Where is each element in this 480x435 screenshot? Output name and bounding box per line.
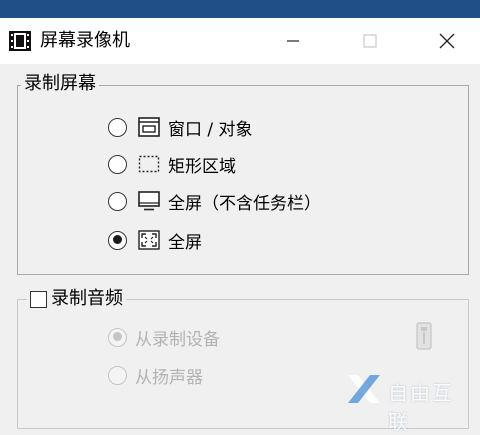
x-logo-icon bbox=[348, 375, 380, 403]
radio-fullscreen-no-taskbar[interactable] bbox=[108, 191, 127, 211]
close-icon bbox=[439, 33, 455, 49]
dashed-rect-icon bbox=[138, 155, 160, 173]
radio-fullscreen[interactable] bbox=[108, 230, 127, 250]
close-button[interactable] bbox=[420, 18, 474, 64]
title-bar[interactable]: 屏幕录像机 bbox=[0, 18, 480, 64]
maximize-button[interactable] bbox=[343, 18, 397, 64]
option-label: 从录制设备 bbox=[135, 329, 220, 350]
option-label: 矩形区域 bbox=[168, 156, 236, 177]
option-fullscreen-no-taskbar[interactable]: 全屏（不含任务栏） bbox=[108, 188, 321, 214]
window-title: 屏幕录像机 bbox=[40, 30, 130, 51]
maximize-icon bbox=[363, 34, 377, 48]
radio-rect-region[interactable] bbox=[108, 154, 127, 174]
fullscreen-corners-icon bbox=[138, 230, 160, 250]
watermark: 自由互联 bbox=[344, 369, 474, 434]
minimize-button[interactable] bbox=[266, 18, 320, 64]
radio-window-object[interactable] bbox=[108, 117, 127, 137]
option-from-speaker[interactable]: 从扬声器 bbox=[108, 362, 203, 388]
option-label: 全屏（不含任务栏） bbox=[168, 193, 321, 214]
option-window-object[interactable]: 窗口 / 对象 bbox=[108, 114, 253, 140]
option-label: 从扬声器 bbox=[135, 367, 203, 388]
radio-from-recording-device[interactable] bbox=[108, 327, 127, 347]
radio-from-speaker[interactable] bbox=[108, 365, 127, 385]
record-screen-legend: 录制屏幕 bbox=[21, 73, 99, 95]
desktop-strip bbox=[0, 0, 480, 18]
option-fullscreen[interactable]: 全屏 bbox=[108, 227, 202, 253]
record-audio-label: 录制音频 bbox=[51, 288, 123, 309]
watermark-text: 自由互联 bbox=[388, 381, 454, 434]
audio-device-icon[interactable] bbox=[415, 322, 433, 350]
record-audio-checkbox[interactable] bbox=[30, 290, 47, 308]
option-rect-region[interactable]: 矩形区域 bbox=[108, 151, 236, 177]
option-from-recording-device[interactable]: 从录制设备 bbox=[108, 324, 220, 350]
option-label: 窗口 / 对象 bbox=[168, 119, 253, 140]
film-icon bbox=[9, 31, 31, 51]
minimize-icon bbox=[287, 40, 299, 42]
monitor-icon bbox=[138, 191, 160, 211]
option-label: 全屏 bbox=[168, 232, 202, 253]
window-icon bbox=[138, 117, 160, 137]
record-audio-legend[interactable]: 录制音频 bbox=[27, 288, 126, 310]
